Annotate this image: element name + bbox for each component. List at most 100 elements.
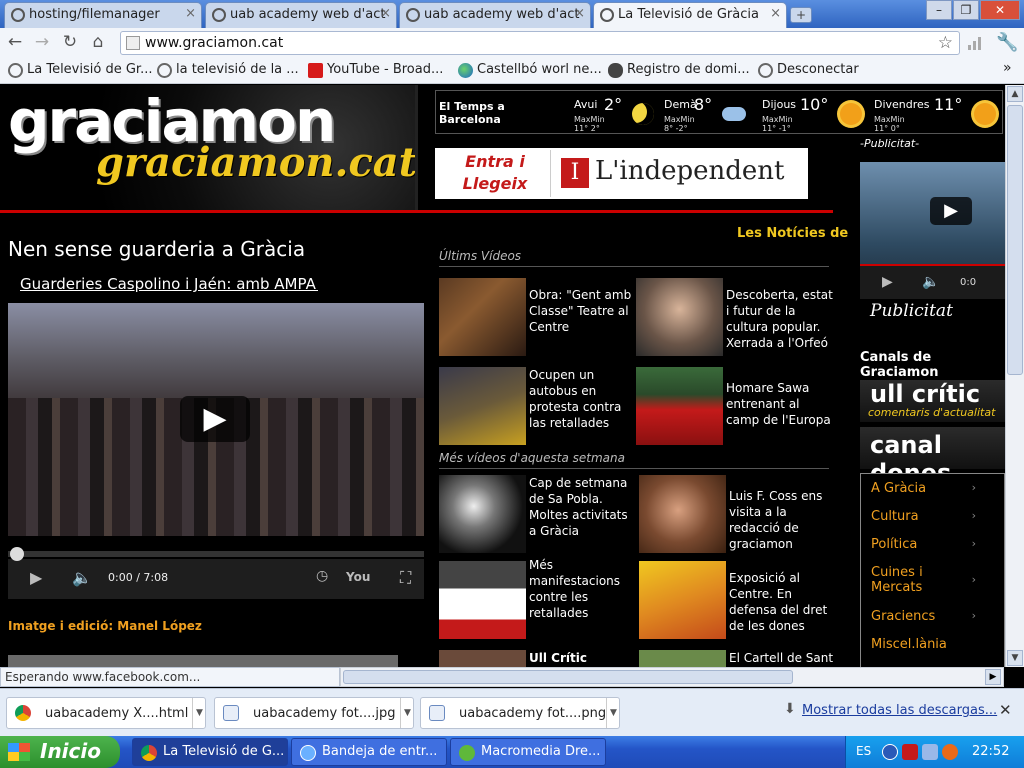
tab-hosting[interactable]: hosting/filemanager × (4, 2, 202, 28)
tab-uab-academy-2[interactable]: uab academy web d'act × (399, 2, 591, 28)
bookmark-la-televisio-2[interactable]: la televisió de la ... (157, 62, 299, 78)
horizontal-scrollbar[interactable]: ▶ (340, 667, 1004, 687)
download-item[interactable]: uabacademy X....html ▼ (6, 697, 206, 729)
video-progress-knob[interactable] (10, 547, 24, 561)
scroll-down-arrow-icon[interactable]: ▼ (1007, 650, 1023, 666)
address-bar[interactable]: www.graciamon.cat ☆ (120, 31, 960, 55)
chevron-down-icon[interactable]: ▼ (192, 698, 206, 728)
taskbar-item-mail[interactable]: Bandeja de entr... (291, 738, 447, 766)
maximize-button[interactable]: ❐ (953, 0, 979, 20)
bookmark-youtube[interactable]: YouTube - Broad... (308, 62, 443, 78)
forward-button[interactable]: → (32, 32, 52, 52)
youtube-icon[interactable]: You (346, 570, 370, 584)
network-icon[interactable] (922, 744, 938, 760)
tab-close-icon[interactable]: × (770, 6, 781, 21)
ull-critic-banner[interactable]: ull crític comentaris d'actualitat (860, 380, 1005, 422)
chevron-down-icon[interactable]: ▼ (606, 698, 620, 728)
close-window-button[interactable]: ✕ (980, 0, 1020, 20)
taskbar-item-chrome[interactable]: La Televisió de G... (132, 738, 288, 766)
clock-icon[interactable]: ◷ (316, 568, 328, 584)
video-title-link[interactable]: Ocupen un autobus en protesta contra las… (529, 367, 634, 431)
video-title-link[interactable]: El Cartell de Sant (729, 650, 837, 666)
video-title-link[interactable]: Ull Crític (529, 650, 635, 666)
video-progress-track[interactable] (8, 551, 424, 557)
taskbar-item-dreamweaver[interactable]: Macromedia Dre... (450, 738, 606, 766)
tab-la-televisio[interactable]: La Televisió de Gràcia × (593, 2, 787, 29)
download-item[interactable]: uabacademy fot....jpg ▼ (214, 697, 414, 729)
scroll-thumb[interactable] (1007, 105, 1023, 375)
play-icon[interactable]: ▶ (180, 396, 250, 442)
menu-item-label: Miscel.lània (871, 637, 947, 652)
tray-arrow-icon[interactable] (882, 744, 898, 760)
video-title-link[interactable]: Exposició al Centre. En defensa del dret… (729, 570, 837, 634)
video-thumbnail[interactable] (639, 650, 726, 667)
menu-item-politica[interactable]: Política › (871, 537, 1001, 552)
close-download-bar-button[interactable]: ✕ (999, 701, 1012, 719)
wrench-icon[interactable]: 🔧 (996, 32, 1018, 54)
scroll-up-arrow-icon[interactable]: ▲ (1007, 86, 1023, 102)
play-icon[interactable]: ▶ (882, 274, 893, 290)
chevron-down-icon[interactable]: ▼ (400, 698, 414, 728)
video-thumbnail[interactable] (439, 650, 526, 667)
weather-widget[interactable]: El Temps a Barcelona Avui 2° MaxMin 11° 2°… (435, 90, 1003, 134)
bookmark-la-televisio[interactable]: La Televisió de Gr... (8, 62, 152, 78)
next-story-thumbnail[interactable] (8, 655, 398, 667)
video-title-link[interactable]: Més manifestacions contre les retallades (529, 557, 635, 621)
video-thumbnail[interactable] (639, 475, 726, 553)
bookmarks-more-button[interactable]: » (1003, 60, 1012, 76)
minimize-button[interactable]: – (926, 0, 952, 20)
bookmark-star-icon[interactable]: ☆ (938, 33, 953, 53)
volume-icon[interactable]: 🔈 (72, 568, 92, 587)
tab-close-icon[interactable]: × (185, 6, 196, 21)
play-icon[interactable]: ▶ (30, 568, 42, 587)
horizontal-scroll-thumb[interactable] (343, 670, 793, 684)
video-thumbnail[interactable] (636, 278, 723, 356)
bookmark-desconectar[interactable]: Desconectar (758, 62, 859, 78)
video-thumbnail[interactable] (639, 561, 726, 639)
video-thumbnail[interactable] (439, 278, 526, 356)
volume-icon[interactable]: 🔈 (922, 274, 939, 290)
fullscreen-icon[interactable]: ⛶ (400, 568, 411, 588)
video-title-link[interactable]: Luis F. Coss ens visita a la redacció de… (729, 488, 837, 552)
video-title-link[interactable]: Cap de setmana de Sa Pobla. Moltes activ… (529, 475, 635, 539)
ad-video-player[interactable]: ▶ ▶ 🔈 0:0 (860, 162, 1005, 299)
bookmark-castellbo[interactable]: Castellbó worl ne... (458, 62, 602, 78)
home-button[interactable]: ⌂ (88, 32, 108, 52)
story-subtitle-link[interactable]: Guarderies Caspolino i Jaén: amb AMPA p (20, 275, 318, 293)
firefox-icon[interactable] (942, 744, 958, 760)
tab-uab-academy-1[interactable]: uab academy web d'act × (205, 2, 397, 28)
new-tab-button[interactable]: + (790, 7, 812, 23)
menu-item-graciencs[interactable]: Graciencs › (871, 609, 1001, 624)
reload-button[interactable]: ↻ (60, 32, 80, 52)
start-button[interactable]: Inicio (0, 736, 120, 768)
play-icon[interactable]: ▶ (930, 197, 972, 225)
video-thumbnail[interactable] (636, 367, 723, 445)
video-title-link[interactable]: Descoberta, estat i futur de la cultura … (726, 287, 834, 351)
video-thumbnail[interactable] (439, 561, 526, 639)
show-all-downloads-link[interactable]: Mostrar todas las descargas... (802, 703, 997, 718)
vertical-scrollbar[interactable]: ▲ ▼ (1005, 85, 1024, 667)
video-thumbnail[interactable] (439, 475, 526, 553)
tab-close-icon[interactable]: × (380, 6, 391, 21)
site-logo[interactable]: graciamon graciamon.cat (0, 85, 417, 211)
bookmark-registro[interactable]: Registro de domi... (608, 62, 750, 78)
main-video-player[interactable]: ▶ (8, 303, 424, 536)
menu-item-miscellania[interactable]: Miscel.lània (871, 637, 1001, 652)
video-title-link[interactable]: Homare Sawa entrenant al camp de l'Europ… (726, 380, 834, 428)
back-button[interactable]: ← (5, 32, 25, 52)
menu-item-cuines-mercats[interactable]: Cuines i Mercats › (871, 565, 976, 595)
language-indicator[interactable]: ES (856, 744, 871, 758)
url-text[interactable]: www.graciamon.cat (145, 35, 283, 51)
video-credit: Imatge i edició: Manel López (8, 619, 202, 633)
video-thumbnail[interactable] (439, 367, 526, 445)
download-arrow-icon: ⬇ (784, 701, 796, 717)
menu-item-a-gracia[interactable]: A Gràcia › (871, 481, 1001, 496)
scroll-right-arrow-icon[interactable]: ▶ (985, 669, 1001, 685)
download-item[interactable]: uabacademy fot....png ▼ (420, 697, 620, 729)
canal-dones-banner[interactable]: canal dones (860, 427, 1005, 487)
tab-close-icon[interactable]: × (574, 6, 585, 21)
video-title-link[interactable]: Obra: "Gent amb Classe" Teatre al Centre (529, 287, 634, 335)
acrobat-icon[interactable] (902, 744, 918, 760)
lindependent-banner[interactable]: Entra i Llegeix I L'independent (435, 148, 808, 199)
menu-item-cultura[interactable]: Cultura › (871, 509, 1001, 524)
